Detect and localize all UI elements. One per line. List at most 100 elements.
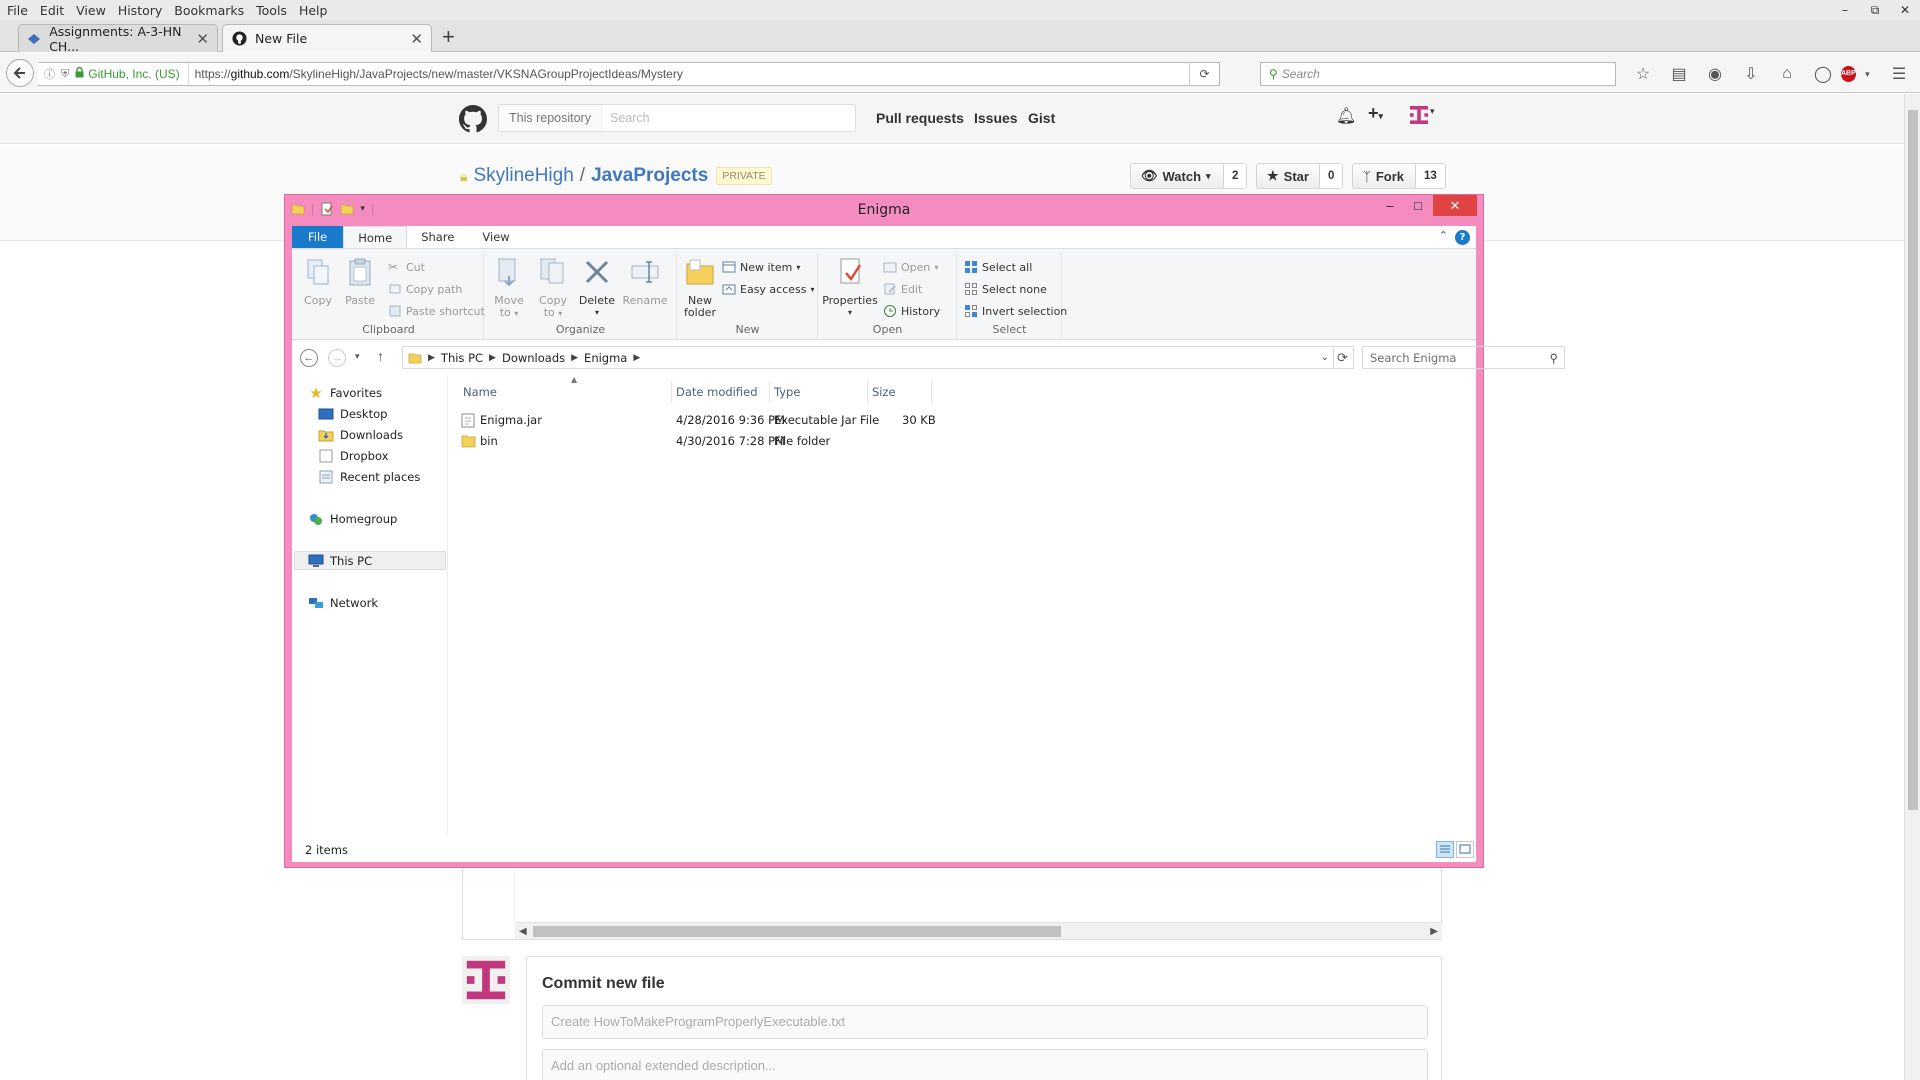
menu-bookmarks[interactable]: Bookmarks [168, 3, 250, 18]
column-header-name[interactable]: Name [459, 381, 672, 403]
refresh-icon[interactable]: ⟳ [1332, 346, 1354, 369]
help-icon[interactable]: ? [1455, 230, 1470, 245]
new-item-button[interactable]: New item ▾ [722, 260, 800, 274]
close-icon[interactable]: ✕ [1890, 0, 1920, 20]
scroll-right-icon[interactable]: ▶ [1430, 923, 1438, 940]
nav-gist[interactable]: Gist [1028, 110, 1055, 126]
url-text[interactable]: https://github.com/SkylineHigh/JavaProje… [189, 67, 683, 81]
close-icon[interactable]: ✕ [1433, 195, 1477, 216]
hamburger-menu-icon[interactable]: ☰ [1881, 62, 1917, 86]
back-arrow-icon[interactable]: ← [300, 349, 318, 367]
breadcrumb-chevron-icon[interactable]: ▶ [489, 353, 496, 363]
edit-button[interactable]: Edit [883, 282, 922, 296]
ribbon-tab-file[interactable]: File [292, 226, 344, 248]
scrollbar-thumb[interactable] [533, 926, 1061, 937]
ribbon-tab-share[interactable]: Share [407, 226, 468, 248]
cut-button[interactable]: ✂ Cut [388, 260, 425, 274]
github-logo-icon[interactable] [459, 105, 487, 133]
watch-count[interactable]: 2 [1224, 163, 1248, 189]
move-to-button[interactable]: Move to ▾ [489, 256, 529, 320]
details-view-icon[interactable] [1436, 841, 1454, 858]
tab-close-icon[interactable]: ✕ [196, 30, 209, 48]
breadcrumb-chevron-icon[interactable]: ▶ [428, 353, 435, 363]
collapse-ribbon-icon[interactable]: ⌃ [1439, 229, 1448, 242]
properties-button[interactable]: Properties ▾ [821, 256, 879, 319]
nav-this-pc[interactable]: This PC [294, 551, 446, 570]
bookmark-star-icon[interactable]: ☆ [1625, 62, 1661, 86]
web-search-input[interactable]: ⚲ Search [1260, 62, 1616, 86]
explorer-search-input[interactable]: Search Enigma ⚲ [1362, 346, 1565, 369]
select-all-button[interactable]: Select all [964, 260, 1032, 274]
recent-locations-icon[interactable]: ▾ [355, 351, 360, 362]
commit-message-input[interactable]: Create HowToMakeProgramProperlyExecutabl… [542, 1005, 1428, 1039]
paste-shortcut-button[interactable]: Paste shortcut [388, 304, 485, 318]
file-editor[interactable]: ◀ ▶ [462, 860, 1442, 940]
rename-button[interactable]: Rename [621, 256, 669, 307]
repo-name-link[interactable]: JavaProjects [591, 165, 708, 187]
minimize-icon[interactable]: – [1830, 0, 1860, 20]
adblock-icon[interactable]: ABP ▾ [1841, 62, 1877, 86]
tab-assignments[interactable]: Assignments: A-3-HN CH... ✕ [18, 24, 218, 54]
easy-access-button[interactable]: Easy access ▾ [722, 282, 815, 296]
menu-view[interactable]: View [70, 3, 112, 18]
breadcrumb-downloads[interactable]: Downloads [496, 351, 571, 365]
nav-network[interactable]: Network [308, 593, 378, 612]
search-engine-icon[interactable]: ⚲ [1269, 67, 1278, 81]
nav-desktop[interactable]: Desktop [318, 404, 387, 423]
ribbon-tab-home[interactable]: Home [343, 226, 408, 248]
breadcrumb-this-pc[interactable]: This PC [435, 351, 489, 365]
menu-help[interactable]: Help [293, 3, 334, 18]
copy-path-button[interactable]: Copy path [388, 282, 462, 296]
address-dropdown-icon[interactable]: ⌄ [1321, 352, 1329, 363]
breadcrumb-enigma[interactable]: Enigma [578, 351, 633, 365]
breadcrumb-chevron-icon[interactable]: ▶ [571, 353, 578, 363]
copy-button[interactable]: Copy [300, 256, 336, 307]
reload-icon[interactable]: ⟳ [1189, 63, 1219, 85]
site-identity[interactable]: ⓘ ⛨ GitHub, Inc. (US) [38, 63, 189, 85]
forward-arrow-icon[interactable]: → [328, 349, 346, 367]
file-row[interactable]: bin 4/30/2016 7:28 PM File folder [449, 431, 1149, 452]
nav-homegroup[interactable]: Homegroup [308, 509, 397, 528]
new-tab-button[interactable]: + [442, 26, 455, 48]
file-row[interactable]: Enigma.jar 4/28/2016 9:36 PM Executable … [449, 410, 1149, 431]
up-arrow-icon[interactable]: ↑ [377, 348, 384, 364]
scroll-left-icon[interactable]: ◀ [519, 923, 527, 940]
address-bar[interactable]: ▶ This PC ▶ Downloads ▶ Enigma ▶ ⌄ [402, 346, 1334, 369]
invert-selection-button[interactable]: Invert selection [964, 304, 1067, 318]
delete-button[interactable]: Delete ▾ [577, 256, 617, 319]
maximize-icon[interactable]: □ [1405, 195, 1431, 216]
star-count[interactable]: 0 [1320, 163, 1344, 189]
star-button[interactable]: ★ Star [1256, 163, 1320, 189]
chat-icon[interactable]: ◯ [1805, 62, 1841, 86]
fork-count[interactable]: 13 [1416, 163, 1446, 189]
nav-issues[interactable]: Issues [974, 110, 1018, 126]
menu-history[interactable]: History [112, 3, 168, 18]
explorer-title-bar[interactable]: | ▾ | Enigma – □ ✕ [285, 195, 1483, 225]
repo-search-input[interactable]: This repository Search [498, 104, 856, 132]
menu-tools[interactable]: Tools [250, 3, 293, 18]
paste-button[interactable]: Paste [342, 256, 378, 307]
new-folder-button[interactable]: New folder [682, 256, 718, 319]
create-new-icon[interactable]: +▾ [1368, 103, 1383, 124]
column-header-type[interactable]: Type [770, 381, 868, 403]
reading-list-icon[interactable]: ▤ [1661, 62, 1697, 86]
repo-owner-link[interactable]: SkylineHigh [473, 165, 573, 187]
ribbon-tab-view[interactable]: View [468, 226, 523, 248]
page-vertical-scrollbar[interactable] [1904, 94, 1920, 1080]
nav-pull-requests[interactable]: Pull requests [876, 110, 964, 126]
minimize-icon[interactable]: – [1377, 195, 1403, 216]
download-icon[interactable]: ⇩ [1733, 62, 1769, 86]
user-avatar-menu[interactable]: ▾ [1410, 106, 1435, 129]
watch-button[interactable]: 👁︎ Watch ▾ [1130, 163, 1224, 189]
back-button[interactable] [6, 59, 34, 87]
select-none-button[interactable]: Select none [964, 282, 1047, 296]
open-button[interactable]: Open ▾ [883, 260, 938, 274]
nav-favorites[interactable]: ★ Favorites [308, 383, 382, 402]
column-header-date-modified[interactable]: Date modified [672, 381, 770, 403]
menu-file[interactable]: File [0, 3, 34, 18]
tab-new-file[interactable]: New File ✕ [222, 24, 432, 52]
nav-recent-places[interactable]: Recent places [318, 467, 420, 486]
url-bar[interactable]: ⓘ ⛨ GitHub, Inc. (US) https://github.com… [38, 62, 1220, 86]
search-icon[interactable]: ⚲ [1550, 351, 1558, 365]
column-header-size[interactable]: Size [868, 381, 932, 403]
